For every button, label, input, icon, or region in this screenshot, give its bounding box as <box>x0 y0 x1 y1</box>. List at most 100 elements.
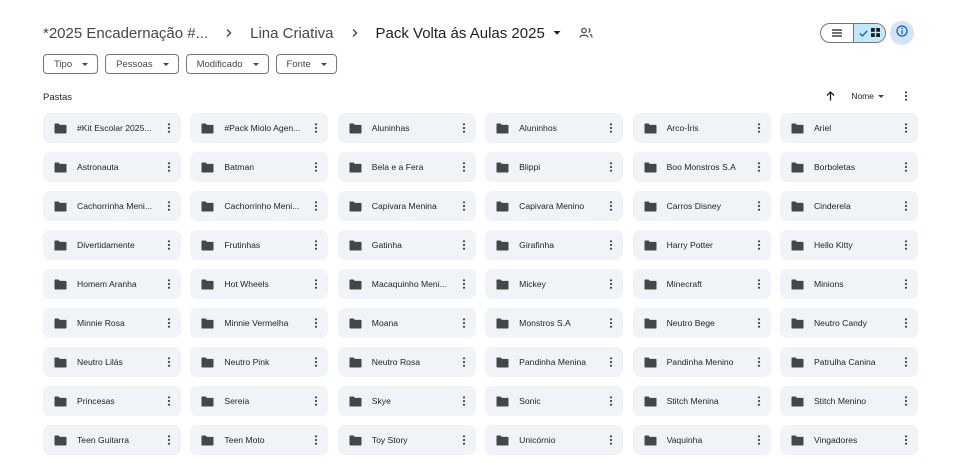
more-vert-icon[interactable] <box>898 354 914 370</box>
more-vert-icon[interactable] <box>161 432 177 448</box>
folder-item[interactable]: Girafinha <box>485 230 624 260</box>
more-vert-icon[interactable] <box>898 393 914 409</box>
filter-modified-chip[interactable]: Modificado <box>185 54 269 74</box>
more-vert-icon[interactable] <box>308 315 324 331</box>
folder-item[interactable]: Mickey <box>485 269 624 299</box>
folder-item[interactable]: Batman <box>190 152 329 182</box>
folder-item[interactable]: Neutro Bege <box>632 308 771 338</box>
folder-item[interactable]: Neutro Pink <box>190 347 329 377</box>
more-vert-icon[interactable] <box>603 393 619 409</box>
folder-item[interactable]: Skye <box>337 386 476 416</box>
folder-item[interactable]: Hot Wheels <box>190 269 329 299</box>
more-vert-icon[interactable] <box>751 393 767 409</box>
more-vert-icon[interactable] <box>308 198 324 214</box>
folder-item[interactable]: Neutro Rosa <box>337 347 476 377</box>
folder-item[interactable]: Capivara Menino <box>485 191 624 221</box>
folder-item[interactable]: Frutinhas <box>190 230 329 260</box>
folder-item[interactable]: Moana <box>337 308 476 338</box>
more-vert-icon[interactable] <box>898 120 914 136</box>
more-vert-icon[interactable] <box>751 120 767 136</box>
folder-item[interactable]: Homem Aranha <box>43 269 181 299</box>
more-vert-icon[interactable] <box>603 432 619 448</box>
more-vert-icon[interactable] <box>898 237 914 253</box>
more-vert-icon[interactable] <box>161 120 177 136</box>
folder-item[interactable]: Arco-Íris <box>632 113 771 143</box>
more-vert-icon[interactable] <box>603 315 619 331</box>
more-vert-icon[interactable] <box>751 432 767 448</box>
filter-source-chip[interactable]: Fonte <box>275 54 337 74</box>
folder-item[interactable]: Pandinha Menina <box>485 347 624 377</box>
folder-item[interactable]: Minnie Vermelha <box>190 308 329 338</box>
more-vert-icon[interactable] <box>751 276 767 292</box>
more-vert-icon[interactable] <box>161 159 177 175</box>
filter-type-chip[interactable]: Tipo <box>43 54 99 74</box>
folder-item[interactable]: Teen Moto <box>190 425 329 455</box>
more-vert-icon[interactable] <box>751 159 767 175</box>
details-button[interactable] <box>890 21 914 45</box>
folder-item[interactable]: Sereia <box>190 386 329 416</box>
more-vert-icon[interactable] <box>308 276 324 292</box>
more-vert-icon[interactable] <box>308 159 324 175</box>
folder-item[interactable]: Gatinha <box>337 230 476 260</box>
folder-item[interactable]: Aluninhos <box>485 113 624 143</box>
folder-item[interactable]: Astronauta <box>43 152 181 182</box>
more-vert-icon[interactable] <box>456 354 472 370</box>
folder-item[interactable]: Harry Potter <box>632 230 771 260</box>
folder-item[interactable]: Bela e a Fera <box>337 152 476 182</box>
folder-item[interactable]: Carros Disney <box>632 191 771 221</box>
folder-item[interactable]: Boo Monstros S.A <box>632 152 771 182</box>
folder-item[interactable]: Patrulha Canina <box>779 347 918 377</box>
more-vert-icon[interactable] <box>456 315 472 331</box>
more-vert-icon[interactable] <box>161 393 177 409</box>
more-vert-icon[interactable] <box>751 198 767 214</box>
filter-people-chip[interactable]: Pessoas <box>105 54 179 74</box>
folder-item[interactable]: #Kit Escolar 2025... <box>43 113 181 143</box>
folder-item[interactable]: Stitch Menino <box>779 386 918 416</box>
more-vert-icon[interactable] <box>308 354 324 370</box>
folder-item[interactable]: Sonic <box>485 386 624 416</box>
folder-item[interactable]: Minnie Rosa <box>43 308 181 338</box>
folder-item[interactable]: Monstros S.A <box>485 308 624 338</box>
folder-item[interactable]: Cachorrinha Meni... <box>43 191 181 221</box>
folder-item[interactable]: Ariel <box>779 113 918 143</box>
folder-item[interactable]: Cinderela <box>779 191 918 221</box>
folder-item[interactable]: Unicórnio <box>485 425 624 455</box>
more-vert-icon[interactable] <box>898 315 914 331</box>
sort-by-button[interactable]: Nome <box>851 91 884 101</box>
folder-item[interactable]: Macaquinho Meni... <box>337 269 476 299</box>
folder-item[interactable]: Divertidamente <box>43 230 181 260</box>
more-vert-icon[interactable] <box>308 120 324 136</box>
breadcrumb-current[interactable]: Pack Volta ás Aulas 2025 <box>376 25 565 42</box>
more-vert-icon[interactable] <box>456 159 472 175</box>
folder-item[interactable]: Pandinha Menino <box>632 347 771 377</box>
more-vert-icon[interactable] <box>603 276 619 292</box>
folder-item[interactable]: Neutro Lilás <box>43 347 181 377</box>
more-vert-icon[interactable] <box>751 315 767 331</box>
arrow-up-icon[interactable] <box>822 88 838 104</box>
more-vert-icon[interactable] <box>456 432 472 448</box>
more-vert-icon[interactable] <box>603 354 619 370</box>
more-vert-icon[interactable] <box>603 159 619 175</box>
more-vert-icon[interactable] <box>161 276 177 292</box>
breadcrumb-item-encadernacao[interactable]: *2025 Encadernação #... <box>43 25 208 42</box>
list-view-button[interactable] <box>821 24 853 42</box>
folder-item[interactable]: Teen Guitarra <box>43 425 181 455</box>
folder-item[interactable]: Toy Story <box>337 425 476 455</box>
folder-item[interactable]: Blippi <box>485 152 624 182</box>
more-vert-icon[interactable] <box>308 432 324 448</box>
more-vert-icon[interactable] <box>161 237 177 253</box>
more-vert-icon[interactable] <box>898 432 914 448</box>
folder-item[interactable]: Princesas <box>43 386 181 416</box>
folder-item[interactable]: Minecraft <box>632 269 771 299</box>
more-vert-icon[interactable] <box>898 198 914 214</box>
more-vert-icon[interactable] <box>161 354 177 370</box>
folder-item[interactable]: Hello Kitty <box>779 230 918 260</box>
grid-view-button[interactable] <box>853 24 885 42</box>
more-vert-icon[interactable] <box>751 237 767 253</box>
more-vert-icon[interactable] <box>898 88 914 104</box>
more-vert-icon[interactable] <box>603 120 619 136</box>
more-vert-icon[interactable] <box>456 198 472 214</box>
folder-item[interactable]: Vingadores <box>779 425 918 455</box>
folder-item[interactable]: Cachorrinho Meni... <box>190 191 329 221</box>
more-vert-icon[interactable] <box>161 315 177 331</box>
